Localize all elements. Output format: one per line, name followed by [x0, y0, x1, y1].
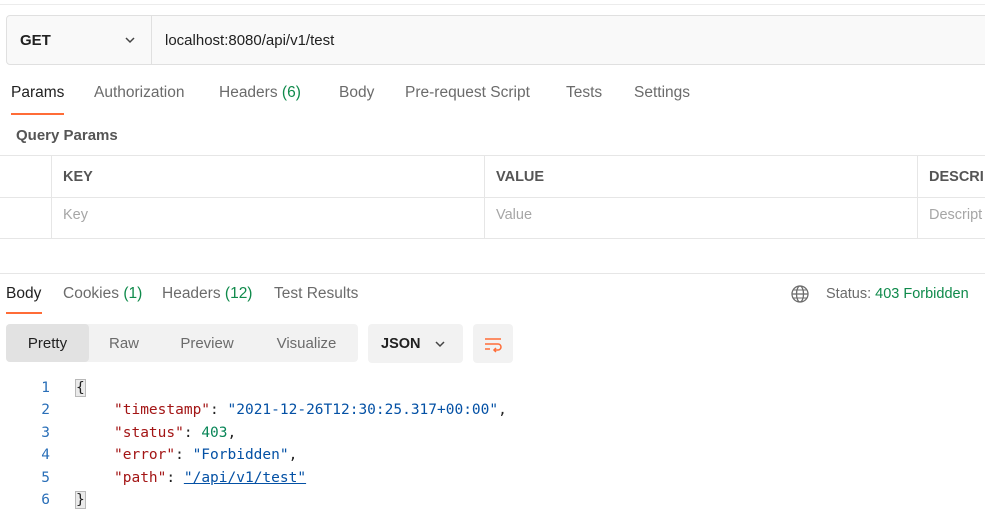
line-number: 4: [41, 447, 50, 463]
view-raw-button[interactable]: Raw: [89, 324, 159, 362]
json-value: 403: [201, 425, 228, 441]
column-header-description: DESCRI: [929, 169, 984, 185]
view-mode-selector: Pretty Raw Preview Visualize: [6, 324, 358, 362]
param-value-input[interactable]: [496, 207, 696, 223]
column-divider: [484, 156, 485, 239]
response-tab-headers[interactable]: Headers (12): [162, 285, 252, 303]
headers-count: (12): [224, 285, 253, 302]
json-key: "path": [114, 470, 167, 486]
json-open-brace: {: [75, 379, 86, 397]
tab-label: Params: [11, 84, 65, 101]
tab-label: Body: [6, 285, 42, 302]
tab-label: Tests: [566, 84, 603, 101]
json-value: "Forbidden": [192, 447, 289, 463]
column-header-value: VALUE: [496, 169, 545, 185]
line-number: 1: [41, 380, 50, 396]
json-separator: ,: [288, 447, 298, 463]
query-params-title: Query Params: [16, 127, 118, 144]
tab-label: Settings: [634, 84, 691, 101]
json-key: "error": [114, 447, 176, 463]
method-label: GET: [20, 31, 51, 49]
tab-body[interactable]: Body: [339, 84, 374, 102]
json-value: "2021-12-26T12:30:25.317+00:00": [227, 402, 499, 418]
tab-label: Body: [339, 84, 375, 101]
tab-label: Headers: [219, 84, 278, 101]
wrap-lines-icon: [485, 337, 502, 353]
status-value: 403 Forbidden: [875, 286, 969, 302]
json-line: "path": "/api/v1/test": [114, 470, 307, 486]
json-link-value[interactable]: "/api/v1/test": [184, 470, 306, 486]
json-close-brace: }: [75, 491, 86, 509]
active-tab-indicator: [11, 113, 64, 115]
url-input[interactable]: [152, 16, 985, 64]
param-description-input[interactable]: [929, 207, 985, 223]
cookies-count: (1): [123, 285, 143, 302]
view-visualize-button[interactable]: Visualize: [255, 324, 358, 362]
response-tab-test-results[interactable]: Test Results: [274, 285, 358, 303]
line-number: 5: [41, 470, 50, 486]
json-separator: ,: [498, 402, 507, 418]
wrap-lines-button[interactable]: [473, 324, 513, 363]
chevron-down-icon: [435, 340, 445, 347]
headers-count: (6): [281, 84, 301, 101]
active-response-tab-indicator: [6, 312, 42, 314]
json-separator: ,: [227, 425, 237, 441]
status-label: Status:: [826, 286, 872, 302]
json-key: "status": [114, 425, 184, 441]
tab-pre-request-script[interactable]: Pre-request Script: [405, 84, 530, 102]
json-line: "error": "Forbidden",: [114, 447, 298, 463]
tab-tests[interactable]: Tests: [566, 84, 602, 102]
response-body-code[interactable]: 1 2 3 4 5 6 { "timestamp": "2021-12-26T1…: [0, 377, 985, 520]
line-number: 2: [41, 402, 50, 418]
tab-label: Test Results: [274, 285, 359, 302]
column-divider: [51, 156, 52, 239]
globe-icon[interactable]: [790, 284, 810, 304]
tab-authorization[interactable]: Authorization: [94, 84, 184, 102]
tab-params[interactable]: Params: [11, 84, 64, 102]
line-number: 6: [41, 492, 50, 508]
view-pretty-button[interactable]: Pretty: [6, 324, 89, 362]
tab-settings[interactable]: Settings: [634, 84, 690, 102]
response-status: Status: 403 Forbidden: [790, 284, 969, 304]
tab-label: Headers: [162, 285, 221, 302]
response-tab-body[interactable]: Body: [6, 285, 41, 303]
view-preview-button[interactable]: Preview: [159, 324, 255, 362]
query-params-table: KEY VALUE DESCRI: [0, 155, 985, 239]
table-row-divider: [0, 197, 985, 198]
tab-label: Authorization: [94, 84, 185, 101]
tab-label: Cookies: [63, 285, 119, 302]
json-key: "timestamp": [114, 402, 211, 418]
json-line: "status": 403,: [114, 425, 237, 441]
top-divider: [0, 4, 985, 5]
json-line: "timestamp": "2021-12-26T12:30:25.317+00…: [114, 402, 507, 418]
chevron-down-icon: [125, 37, 135, 44]
format-label: JSON: [381, 335, 421, 352]
format-select[interactable]: JSON: [368, 324, 463, 363]
line-number: 3: [41, 425, 50, 441]
tab-label: Pre-request Script: [405, 84, 530, 101]
response-divider: [0, 273, 985, 274]
column-header-key: KEY: [63, 169, 93, 185]
method-select[interactable]: GET: [7, 16, 152, 64]
request-url-bar: GET: [6, 15, 985, 65]
param-key-input[interactable]: [63, 207, 263, 223]
tab-headers[interactable]: Headers (6): [219, 84, 301, 102]
response-tab-cookies[interactable]: Cookies (1): [63, 285, 142, 303]
column-divider: [917, 156, 918, 239]
